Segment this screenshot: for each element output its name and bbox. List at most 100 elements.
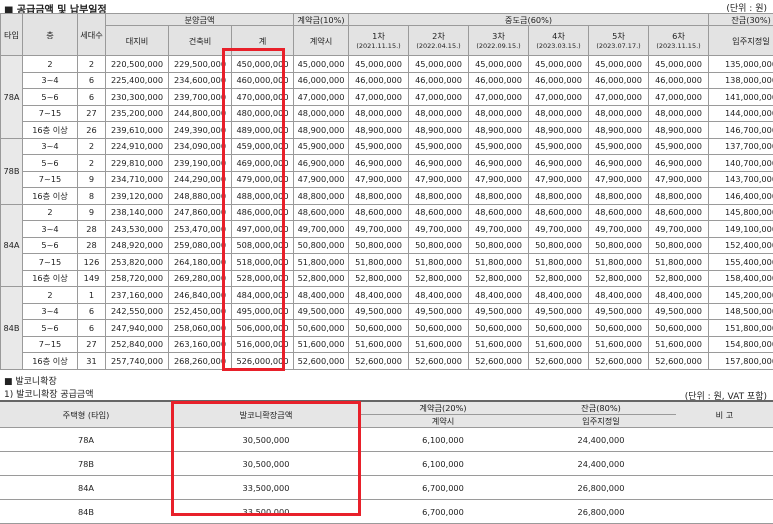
contract-cell: 52,800,000 (294, 270, 349, 287)
middle-payment-cell-3: 50,800,000 (469, 237, 529, 254)
middle-payment-cell-1: 51,600,000 (349, 336, 409, 353)
building-cost-cell: 229,500,000 (169, 56, 232, 73)
total-cell: 486,000,000 (232, 204, 294, 221)
middle-payment-cell-6: 45,900,000 (649, 138, 709, 155)
households-cell: 9 (78, 204, 106, 221)
floor-cell: 2 (23, 287, 78, 304)
households-cell: 26 (78, 122, 106, 139)
middle-payment-cell-4: 52,800,000 (529, 270, 589, 287)
floor-cell: 2 (23, 56, 78, 73)
middle-payment-cell-2: 46,000,000 (409, 72, 469, 89)
middle-payment-cell-2: 48,900,000 (409, 122, 469, 139)
households-cell: 2 (78, 155, 106, 172)
middle-payment-cell-3: 47,000,000 (469, 89, 529, 106)
middle-payment-cell-4: 48,000,000 (529, 105, 589, 122)
middle-payment-cell-3: 51,800,000 (469, 254, 529, 271)
middle-payment-cell-6: 52,800,000 (649, 270, 709, 287)
balance-cell: 155,400,000 (709, 254, 773, 271)
middle-payment-cell-4: 47,900,000 (529, 171, 589, 188)
total-cell: 450,000,000 (232, 56, 294, 73)
land-cost-cell: 225,400,000 (106, 72, 169, 89)
middle-payment-cell-6: 45,000,000 (649, 56, 709, 73)
households-cell: 28 (78, 237, 106, 254)
middle-payment-cell-4: 47,000,000 (529, 89, 589, 106)
header-round-6: 6차(2023.11.15.) (649, 26, 709, 56)
table-row: 7~159234,710,000244,290,000479,000,00047… (1, 171, 773, 188)
table-row: 7~1527252,840,000263,160,000516,000,0005… (1, 336, 773, 353)
balcony-header-type: 주택형 (타입) (0, 401, 172, 428)
contract-cell: 48,900,000 (294, 122, 349, 139)
table-row: 78A30,500,0006,100,00024,400,000 (0, 428, 773, 452)
balance-cell: 148,500,000 (709, 303, 773, 320)
balcony-contract-cell: 6,700,000 (360, 500, 526, 524)
round-label: 6차 (649, 31, 708, 41)
middle-payment-cell-4: 48,900,000 (529, 122, 589, 139)
balcony-type-cell: 84B (0, 500, 172, 524)
middle-payment-cell-1: 46,000,000 (349, 72, 409, 89)
middle-payment-cell-6: 51,800,000 (649, 254, 709, 271)
table-row: 3~46225,400,000234,600,000460,000,00046,… (1, 72, 773, 89)
middle-payment-cell-1: 52,600,000 (349, 353, 409, 370)
balcony-note-cell (676, 500, 773, 524)
middle-payment-cell-6: 50,800,000 (649, 237, 709, 254)
floor-cell: 3~4 (23, 303, 78, 320)
households-cell: 6 (78, 303, 106, 320)
balcony-balance-cell: 24,400,000 (526, 428, 676, 452)
table-row: 3~428243,530,000253,470,000497,000,00049… (1, 221, 773, 238)
balcony-price-table: 주택형 (타입) 발코니확장금액 계약금(20%) 잔금(80%) 비 고 계약… (0, 400, 773, 524)
table-row: 84A33,500,0006,700,00026,800,000 (0, 476, 773, 500)
round-date: (2022.09.15.) (469, 41, 528, 51)
land-cost-cell: 224,910,000 (106, 138, 169, 155)
middle-payment-cell-4: 50,800,000 (529, 237, 589, 254)
balcony-amount-cell: 30,500,000 (172, 452, 360, 476)
table-row: 16층 이상149258,720,000269,280,000528,000,0… (1, 270, 773, 287)
contract-cell: 52,600,000 (294, 353, 349, 370)
balcony-contract-cell: 6,700,000 (360, 476, 526, 500)
households-cell: 27 (78, 336, 106, 353)
round-date: (2022.04.15.) (409, 41, 468, 51)
balance-cell: 146,400,000 (709, 188, 773, 205)
table-row: 7~15126253,820,000264,180,000518,000,000… (1, 254, 773, 271)
total-cell: 484,000,000 (232, 287, 294, 304)
floor-cell: 5~6 (23, 155, 78, 172)
contract-cell: 48,800,000 (294, 188, 349, 205)
balcony-note-cell (676, 428, 773, 452)
balance-cell: 145,200,000 (709, 287, 773, 304)
type-cell: 78B (1, 138, 23, 204)
middle-payment-cell-1: 50,800,000 (349, 237, 409, 254)
building-cost-cell: 264,180,000 (169, 254, 232, 271)
middle-payment-cell-3: 46,000,000 (469, 72, 529, 89)
middle-payment-cell-3: 50,600,000 (469, 320, 529, 337)
balcony-balance-cell: 24,400,000 (526, 452, 676, 476)
table-row: 84B33,500,0006,700,00026,800,000 (0, 500, 773, 524)
middle-payment-cell-2: 51,600,000 (409, 336, 469, 353)
floor-cell: 16층 이상 (23, 188, 78, 205)
households-cell: 6 (78, 72, 106, 89)
middle-payment-cell-4: 48,400,000 (529, 287, 589, 304)
table-row: 16층 이상26239,610,000249,390,000489,000,00… (1, 122, 773, 139)
middle-payment-cell-1: 46,900,000 (349, 155, 409, 172)
middle-payment-cell-5: 51,800,000 (589, 254, 649, 271)
floor-cell: 7~15 (23, 171, 78, 188)
header-round-2: 2차(2022.04.15.) (409, 26, 469, 56)
header-land: 대지비 (106, 26, 169, 56)
middle-payment-cell-5: 50,600,000 (589, 320, 649, 337)
middle-payment-cell-2: 49,500,000 (409, 303, 469, 320)
middle-payment-cell-6: 50,600,000 (649, 320, 709, 337)
balance-cell: 141,000,000 (709, 89, 773, 106)
balance-cell: 157,800,000 (709, 353, 773, 370)
total-cell: 518,000,000 (232, 254, 294, 271)
building-cost-cell: 246,840,000 (169, 287, 232, 304)
balcony-type-cell: 84A (0, 476, 172, 500)
contract-cell: 47,900,000 (294, 171, 349, 188)
households-cell: 28 (78, 221, 106, 238)
middle-payment-cell-5: 45,000,000 (589, 56, 649, 73)
middle-payment-cell-5: 48,900,000 (589, 122, 649, 139)
header-round-5: 5차(2023.07.17.) (589, 26, 649, 56)
floor-cell: 5~6 (23, 320, 78, 337)
middle-payment-cell-4: 49,700,000 (529, 221, 589, 238)
middle-payment-cell-3: 47,900,000 (469, 171, 529, 188)
round-label: 4차 (529, 31, 588, 41)
middle-payment-cell-1: 50,600,000 (349, 320, 409, 337)
middle-payment-cell-5: 49,500,000 (589, 303, 649, 320)
